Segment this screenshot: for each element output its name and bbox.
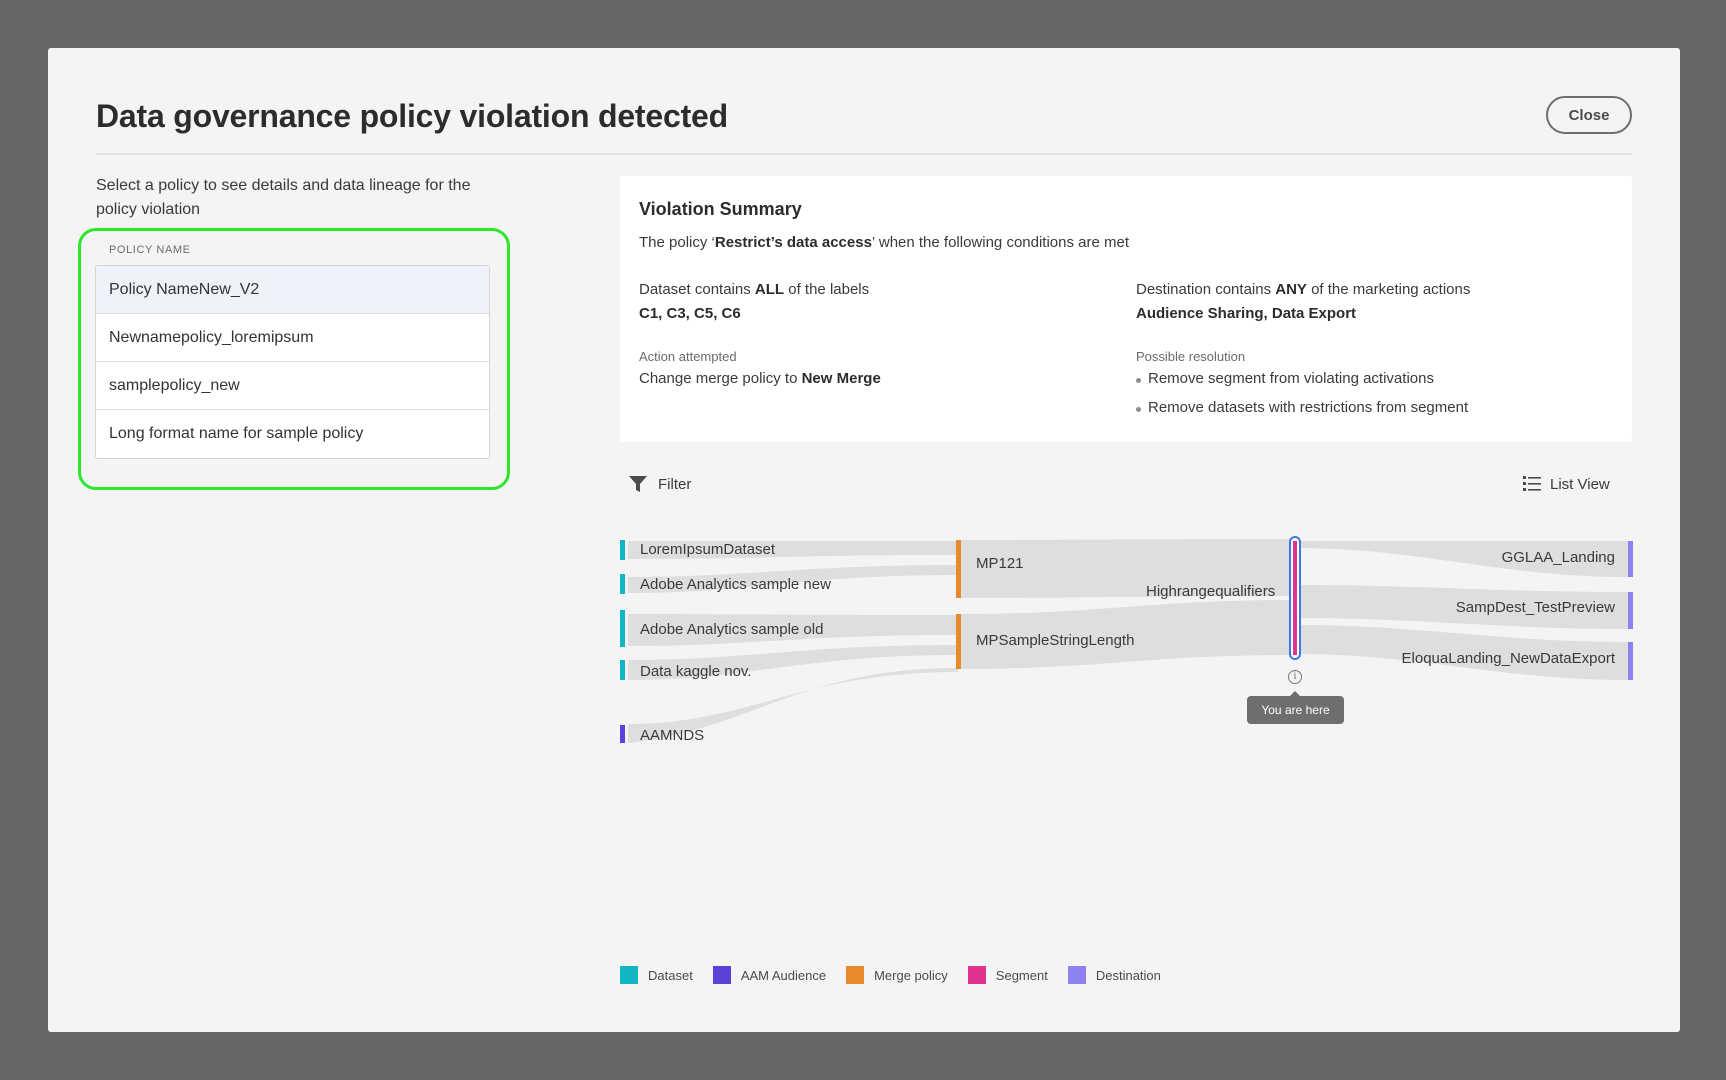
page-title: Data governance policy violation detecte…: [96, 98, 728, 134]
list-icon: [1523, 476, 1541, 491]
legend-item: Segment: [967, 966, 1048, 984]
dataset-node-label[interactable]: Adobe Analytics sample new: [640, 576, 831, 593]
dataset-condition-quantifier: ALL: [754, 281, 785, 298]
dataset-condition-labels: C1, C3, C5, C6: [639, 305, 741, 322]
legend-item: Merge policy: [846, 966, 948, 984]
filter-label: Filter: [658, 475, 692, 493]
policy-statement-prefix: The policy ‘: [639, 234, 715, 251]
resolution-item: Remove segment from violating activation…: [1136, 370, 1434, 387]
policy-list: Policy NameNew_V2 Newnamepolicy_loremips…: [95, 265, 490, 459]
policy-column-header: POLICY NAME: [109, 244, 191, 256]
dataset-condition-prefix: Dataset contains: [639, 281, 755, 298]
violation-summary-panel: Violation Summary The policy ‘Restrict’s…: [620, 176, 1632, 442]
action-attempted-value: New Merge: [801, 370, 881, 387]
legend-item: AAM Audience: [712, 966, 827, 984]
action-attempted-prefix: Change merge policy to: [639, 370, 802, 387]
policy-list-item[interactable]: Long format name for sample policy: [96, 410, 489, 458]
policy-statement-suffix: ’ when the following conditions are met: [871, 234, 1130, 251]
possible-resolution-label: Possible resolution: [1136, 349, 1246, 364]
legend-swatch: [712, 966, 731, 984]
legend-swatch: [846, 966, 865, 984]
policy-list-item[interactable]: Newnamepolicy_loremipsum: [96, 314, 489, 362]
info-icon[interactable]: i: [1288, 670, 1302, 684]
legend: Dataset AAM Audience Merge policy Segmen…: [620, 966, 1181, 984]
title-divider: [96, 153, 1632, 155]
legend-label: Destination: [1095, 967, 1161, 983]
policy-list-item[interactable]: Policy NameNew_V2: [96, 266, 489, 314]
dataset-condition-suffix: of the labels: [784, 281, 870, 298]
dataset-node-label[interactable]: LoremIpsumDataset: [640, 541, 775, 558]
you-are-here-tooltip: You are here: [1247, 691, 1344, 724]
destination-node-label[interactable]: EloquaLanding_NewDataExport: [1350, 650, 1615, 667]
legend-swatch: [967, 966, 986, 984]
legend-swatch: [1067, 966, 1086, 984]
segment-node-label[interactable]: Highrangequalifiers: [1146, 583, 1275, 600]
legend-label: AAM Audience: [740, 967, 827, 983]
policy-statement-name: Restrict’s data access: [714, 234, 872, 251]
filter-button[interactable]: Filter: [628, 472, 691, 496]
destination-condition: Destination contains ANY of the marketin…: [1136, 281, 1470, 298]
audience-node-label[interactable]: AAMNDS: [640, 727, 704, 744]
list-view-label: List View: [1550, 475, 1610, 493]
legend-label: Merge policy: [874, 967, 948, 983]
close-button[interactable]: Close: [1546, 96, 1632, 134]
legend-item: Destination: [1067, 966, 1161, 984]
list-view-button[interactable]: List View: [1522, 472, 1610, 496]
merge-policy-node-label[interactable]: MPSampleStringLength: [976, 632, 1134, 649]
dataset-node-label[interactable]: Data kaggle nov.: [640, 663, 751, 680]
action-attempted: Change merge policy to New Merge: [639, 370, 881, 387]
legend-label: Segment: [995, 967, 1048, 983]
destination-condition-actions: Audience Sharing, Data Export: [1136, 305, 1357, 322]
merge-policy-node-label[interactable]: MP121: [976, 555, 1024, 572]
action-attempted-label: Action attempted: [639, 349, 737, 364]
dataset-node-label[interactable]: Adobe Analytics sample old: [640, 621, 823, 638]
destination-node-label[interactable]: SampDest_TestPreview: [1350, 599, 1615, 616]
legend-label: Dataset: [648, 967, 693, 983]
funnel-icon: [629, 476, 647, 492]
policy-statement: The policy ‘Restrict’s data access’ when…: [639, 234, 1129, 251]
destination-condition-prefix: Destination contains: [1136, 281, 1276, 298]
dataset-condition: Dataset contains ALL of the labels: [639, 281, 869, 298]
policy-list-item[interactable]: samplepolicy_new: [96, 362, 489, 410]
policy-intro-text: Select a policy to see details and data …: [96, 177, 471, 218]
destination-node-label[interactable]: GGLAA_Landing: [1350, 549, 1615, 566]
legend-swatch: [620, 966, 638, 984]
violation-summary-heading: Violation Summary: [639, 199, 802, 219]
destination-condition-suffix: of the marketing actions: [1306, 281, 1471, 298]
legend-item: Dataset: [620, 966, 693, 984]
destination-condition-quantifier: ANY: [1275, 281, 1307, 298]
resolution-item: Remove datasets with restrictions from s…: [1135, 399, 1469, 416]
